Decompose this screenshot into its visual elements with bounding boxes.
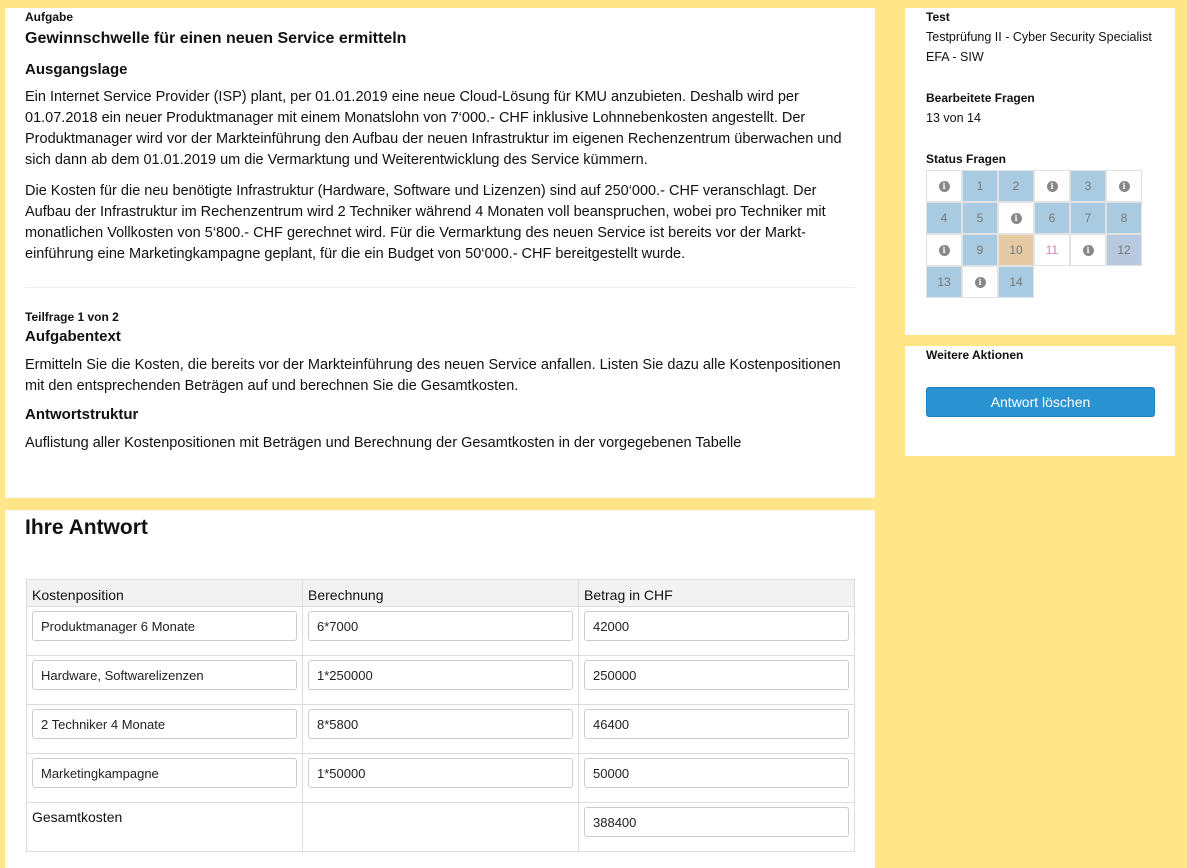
- task-title: Gewinnschwelle für einen neuen Service e…: [25, 30, 407, 47]
- calc-cell: [302, 753, 579, 803]
- amount-cell: [578, 753, 855, 803]
- test-label: Test: [926, 10, 950, 24]
- task-text-heading: Aufgabentext: [25, 328, 121, 345]
- total-amount-input[interactable]: [584, 807, 849, 837]
- total-calc-cell: [302, 802, 579, 852]
- task-panel: Aufgabe Gewinnschwelle für einen neuen S…: [5, 8, 875, 498]
- position-input[interactable]: [32, 611, 297, 641]
- status-cell-question[interactable]: 11: [1034, 234, 1070, 266]
- table-row: [26, 753, 855, 803]
- amount-cell: [578, 606, 855, 656]
- actions-panel: Weitere Aktionen Antwort löschen: [905, 346, 1175, 456]
- subquestion-label: Teilfrage 1 von 2: [25, 310, 119, 324]
- status-cell-info[interactable]: i: [998, 202, 1034, 234]
- column-header-position: Kostenposition: [26, 579, 303, 607]
- position-cell: [26, 704, 303, 754]
- position-cell: [26, 606, 303, 656]
- situation-paragraph-1: Ein Internet Service Provider (ISP) plan…: [25, 89, 842, 168]
- status-cell-question[interactable]: 1: [962, 170, 998, 202]
- info-icon: i: [938, 244, 950, 256]
- structure-text: Auflistung aller Kostenpositionen mit Be…: [25, 435, 742, 451]
- position-cell: [26, 655, 303, 705]
- status-cell-question[interactable]: 9: [962, 234, 998, 266]
- total-amount-cell: [578, 802, 855, 852]
- calc-input[interactable]: [308, 660, 573, 690]
- status-cell-info[interactable]: i: [1034, 170, 1070, 202]
- amount-cell: [578, 655, 855, 705]
- edited-label: Bearbeitete Fragen: [926, 91, 1035, 105]
- actions-label: Weitere Aktionen: [926, 348, 1024, 362]
- status-cell-question[interactable]: 14: [998, 266, 1034, 298]
- amount-input[interactable]: [584, 709, 849, 739]
- task-text: Ermitteln Sie die Kosten, die bereits vo…: [25, 357, 841, 394]
- calc-input[interactable]: [308, 611, 573, 641]
- divider: [25, 287, 855, 288]
- info-icon: i: [938, 180, 950, 192]
- status-cell-info[interactable]: i: [926, 170, 962, 202]
- structure-heading: Antwortstruktur: [25, 406, 139, 423]
- column-header-amount: Betrag in CHF: [578, 579, 855, 607]
- test-name-line-2: EFA - SIW: [926, 50, 984, 64]
- situation-heading: Ausgangslage: [25, 61, 128, 78]
- calc-cell: [302, 655, 579, 705]
- position-cell: [26, 753, 303, 803]
- status-cell-info[interactable]: i: [926, 234, 962, 266]
- status-label: Status Fragen: [926, 152, 1007, 166]
- status-cell-question[interactable]: 4: [926, 202, 962, 234]
- status-cell-info[interactable]: i: [1070, 234, 1106, 266]
- status-cell-question[interactable]: 7: [1070, 202, 1106, 234]
- status-grid: i 1 2 i 3 i 4 5 i 6 7 8 i 9 10 11 i 12 13 i 14: [926, 170, 1142, 298]
- status-cell-question[interactable]: 6: [1034, 202, 1070, 234]
- total-label: Gesamtkosten: [26, 802, 303, 852]
- delete-answer-button[interactable]: Antwort löschen: [926, 387, 1155, 417]
- column-header-calc: Berechnung: [302, 579, 579, 607]
- position-input[interactable]: [32, 758, 297, 788]
- table-row: [26, 655, 855, 705]
- answer-table: Kostenposition Berechnung Betrag in CHF: [26, 579, 855, 852]
- status-cell-question[interactable]: 3: [1070, 170, 1106, 202]
- table-row: [26, 704, 855, 754]
- calc-input[interactable]: [308, 758, 573, 788]
- status-cell-question[interactable]: 10: [998, 234, 1034, 266]
- status-cell-question[interactable]: 12: [1106, 234, 1142, 266]
- status-cell-info[interactable]: i: [1106, 170, 1142, 202]
- info-icon: i: [1082, 244, 1094, 256]
- situation-paragraph-2: Die Kosten für die neu benötigte Infrast…: [25, 183, 826, 262]
- info-icon: i: [1046, 180, 1058, 192]
- position-input[interactable]: [32, 709, 297, 739]
- table-header-row: Kostenposition Berechnung Betrag in CHF: [26, 579, 855, 607]
- amount-input[interactable]: [584, 660, 849, 690]
- calc-cell: [302, 704, 579, 754]
- test-name-line-1: Testprüfung II - Cyber Security Speciali…: [926, 30, 1152, 44]
- status-cell-question[interactable]: 5: [962, 202, 998, 234]
- task-label: Aufgabe: [25, 10, 73, 24]
- info-icon: i: [1118, 180, 1130, 192]
- table-row: [26, 606, 855, 656]
- info-icon: i: [1010, 212, 1022, 224]
- edited-value: 13 von 14: [926, 111, 981, 125]
- calc-input[interactable]: [308, 709, 573, 739]
- status-cell-info[interactable]: i: [962, 266, 998, 298]
- answer-title: Ihre Antwort: [25, 516, 148, 539]
- amount-cell: [578, 704, 855, 754]
- status-cell-question[interactable]: 13: [926, 266, 962, 298]
- amount-input[interactable]: [584, 611, 849, 641]
- answer-panel: Ihre Antwort Kostenposition Berechnung B…: [5, 510, 875, 868]
- status-cell-question[interactable]: 8: [1106, 202, 1142, 234]
- info-icon: i: [974, 276, 986, 288]
- position-input[interactable]: [32, 660, 297, 690]
- total-row: Gesamtkosten: [26, 802, 855, 852]
- calc-cell: [302, 606, 579, 656]
- status-cell-question[interactable]: 2: [998, 170, 1034, 202]
- test-info-panel: Test Testprüfung II - Cyber Security Spe…: [905, 8, 1175, 335]
- amount-input[interactable]: [584, 758, 849, 788]
